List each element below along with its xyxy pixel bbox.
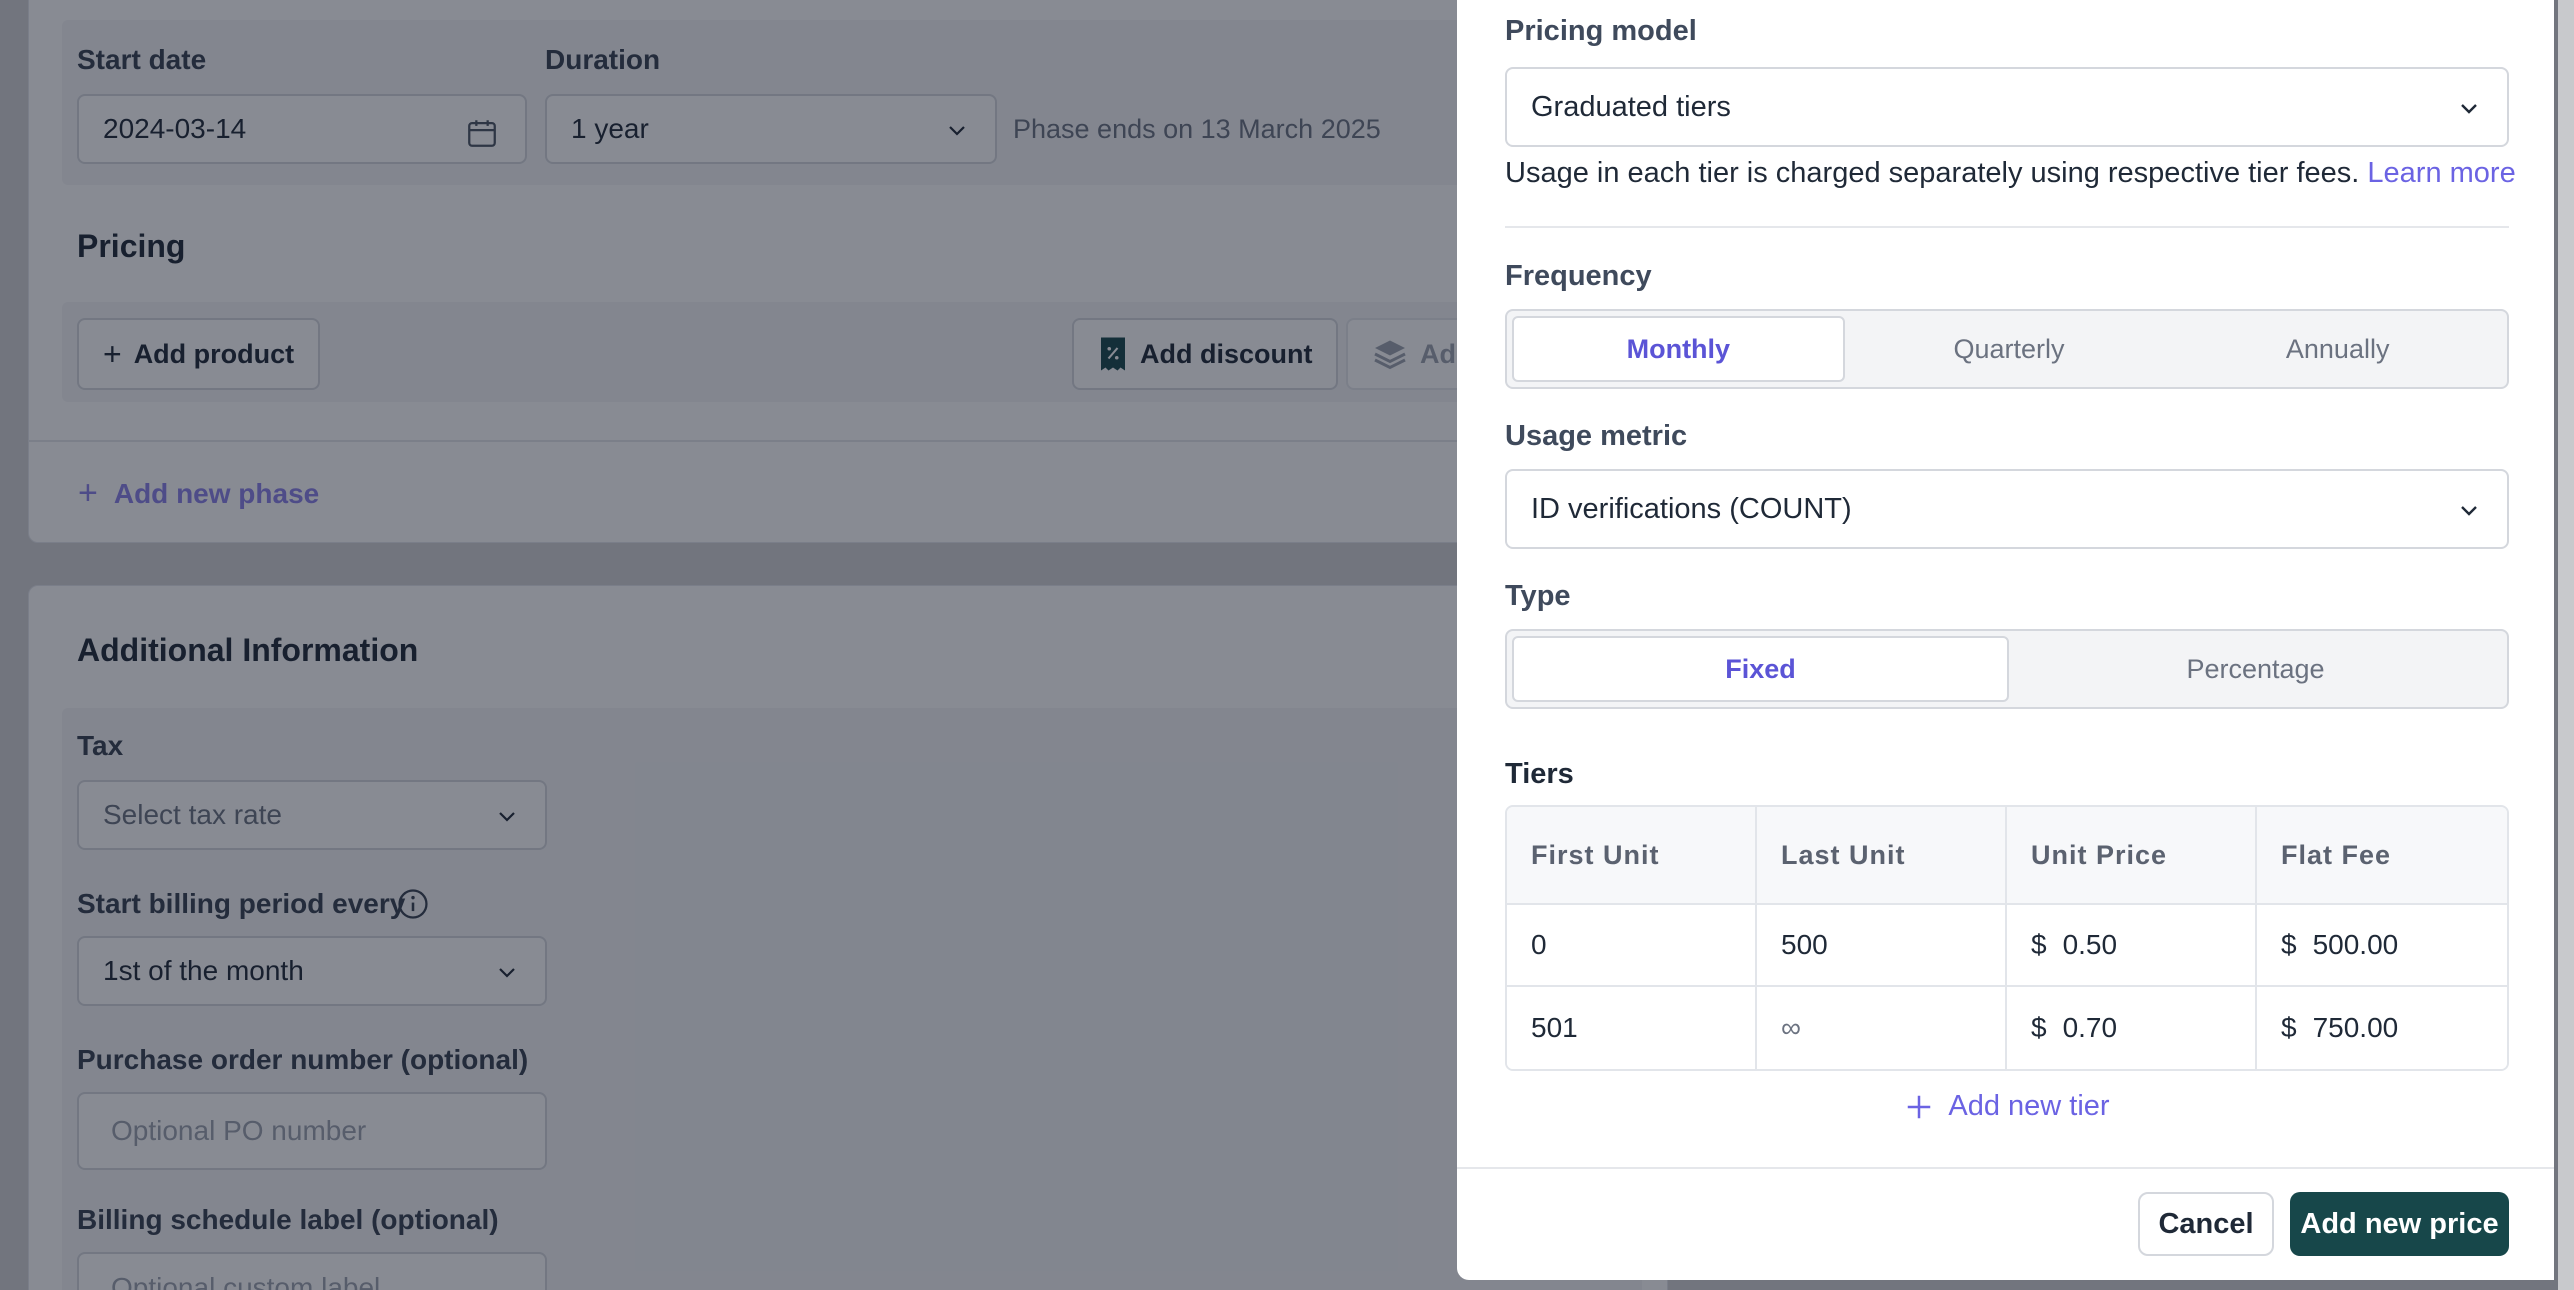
last-unit-input[interactable]: 500: [1757, 905, 2007, 987]
currency-symbol: $: [2281, 929, 2297, 960]
add-price-drawer: Pricing model Graduated tiers Usage in e…: [1457, 0, 2554, 1280]
learn-more-link[interactable]: Learn more: [2367, 157, 2515, 189]
column-first-unit: First Unit: [1507, 807, 1757, 905]
unit-price-value: 0.50: [2062, 929, 2118, 960]
cancel-button[interactable]: Cancel: [2138, 1192, 2274, 1256]
column-unit-price: Unit Price: [2007, 807, 2257, 905]
type-segmented-control: Fixed Percentage: [1505, 629, 2509, 709]
frequency-option-monthly[interactable]: Monthly: [1512, 316, 1845, 382]
pricing-model-value: Graduated tiers: [1531, 90, 1731, 123]
unit-price-input[interactable]: $0.50: [2007, 905, 2257, 987]
frequency-option-quarterly[interactable]: Quarterly: [1845, 316, 2174, 382]
frequency-label: Frequency: [1505, 260, 1652, 292]
footer-divider: [1457, 1167, 2554, 1169]
table-row: 501 ∞ $0.70 $750.00: [1507, 987, 2507, 1069]
plus-icon: [1908, 1095, 1931, 1118]
table-row: 0 500 $0.50 $500.00: [1507, 905, 2507, 987]
type-option-percentage[interactable]: Percentage: [2009, 636, 2502, 702]
currency-symbol: $: [2031, 929, 2047, 960]
usage-metric-value: ID verifications (COUNT): [1531, 492, 1852, 525]
type-option-fixed[interactable]: Fixed: [1512, 636, 2009, 702]
divider: [1505, 226, 2509, 228]
page-scrollbar[interactable]: [2558, 0, 2574, 1290]
flat-fee-input[interactable]: $750.00: [2257, 987, 2507, 1069]
pricing-model-label: Pricing model: [1505, 15, 1697, 47]
help-text: Usage in each tier is charged separately…: [1505, 157, 2360, 189]
type-label: Type: [1505, 580, 1571, 612]
frequency-segmented-control: Monthly Quarterly Annually: [1505, 309, 2509, 389]
add-new-tier-button[interactable]: Add new tier: [1457, 1090, 2554, 1123]
flat-fee-input[interactable]: $500.00: [2257, 905, 2507, 987]
pricing-model-help: Usage in each tier is charged separately…: [1505, 157, 2516, 190]
pricing-model-select[interactable]: Graduated tiers: [1505, 67, 2509, 147]
first-unit-cell: 0: [1507, 905, 1757, 987]
last-unit-input[interactable]: ∞: [1757, 987, 2007, 1069]
column-flat-fee: Flat Fee: [2257, 807, 2507, 905]
frequency-option-annually[interactable]: Annually: [2173, 316, 2502, 382]
usage-metric-select[interactable]: ID verifications (COUNT): [1505, 469, 2509, 549]
chevron-down-icon: [2461, 506, 2477, 516]
tiers-label: Tiers: [1505, 758, 1574, 790]
tiers-header-row: First Unit Last Unit Unit Price Flat Fee: [1507, 807, 2507, 905]
usage-metric-label: Usage metric: [1505, 420, 1688, 452]
chevron-down-icon: [2461, 104, 2477, 114]
currency-symbol: $: [2281, 1012, 2297, 1043]
first-unit-cell: 501: [1507, 987, 1757, 1069]
flat-fee-value: 500.00: [2312, 929, 2399, 960]
add-new-price-button[interactable]: Add new price: [2290, 1192, 2509, 1256]
unit-price-input[interactable]: $0.70: [2007, 987, 2257, 1069]
add-new-tier-label: Add new tier: [1948, 1090, 2110, 1122]
tiers-table: First Unit Last Unit Unit Price Flat Fee…: [1505, 805, 2509, 1071]
column-last-unit: Last Unit: [1757, 807, 2007, 905]
unit-price-value: 0.70: [2062, 1012, 2118, 1043]
flat-fee-value: 750.00: [2312, 1012, 2399, 1043]
currency-symbol: $: [2031, 1012, 2047, 1043]
